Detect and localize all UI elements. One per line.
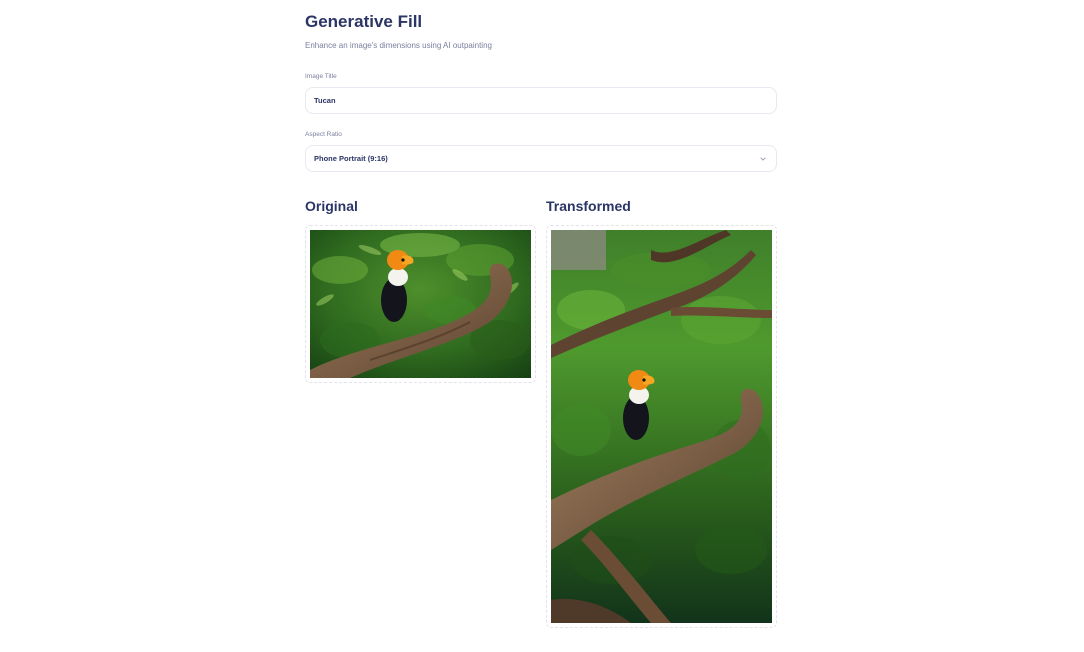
page-title: Generative Fill [305,12,423,31]
original-image [310,230,531,378]
transformed-image [551,230,772,623]
transformed-heading: Transformed [546,198,631,214]
aspect-ratio-label: Aspect Ratio [305,131,342,138]
page-subtitle: Enhance an image's dimensions using AI o… [305,41,492,50]
transformed-image-card [546,225,777,628]
image-title-input[interactable] [314,96,768,105]
aspect-ratio-select[interactable]: Phone Portrait (9:16) [305,145,777,172]
chevron-down-icon [760,157,766,161]
original-heading: Original [305,198,358,214]
image-title-field[interactable] [305,87,777,114]
image-title-label: Image Title [305,73,337,80]
original-image-card [305,225,536,383]
aspect-ratio-value: Phone Portrait (9:16) [314,154,388,163]
